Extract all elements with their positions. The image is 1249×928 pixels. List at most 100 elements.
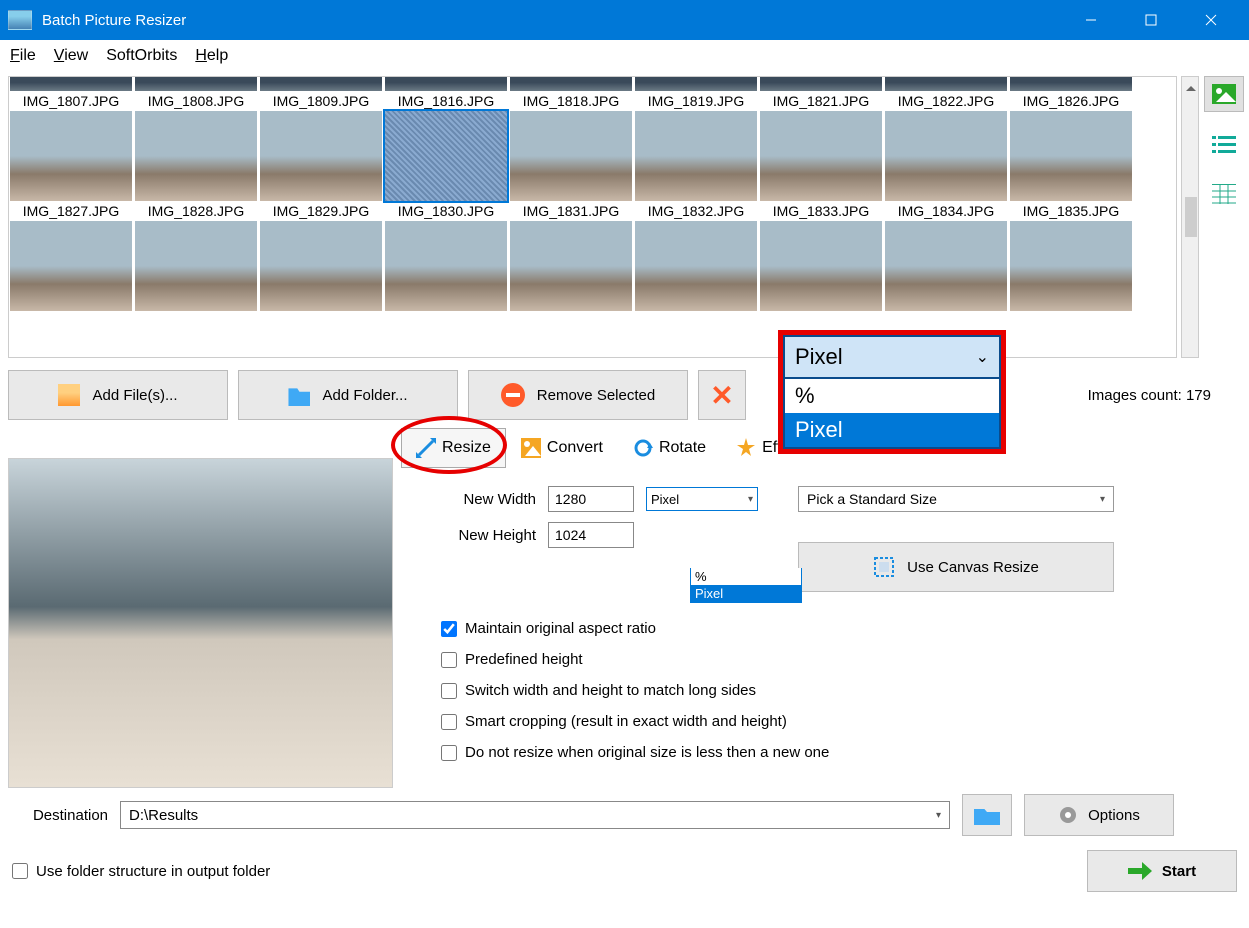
chevron-down-icon: ▾ [748,494,753,505]
thumbnail-item[interactable]: IMG_1822.JPG [884,77,1008,109]
unit-overlay-pixel[interactable]: Pixel [785,413,999,447]
thumbnail-item[interactable]: IMG_1828.JPG [134,111,258,219]
unit-option-pixel[interactable]: Pixel [691,585,801,602]
thumbnail-item[interactable]: IMG_1826.JPG [1009,77,1133,109]
thumbnail-item[interactable] [634,221,758,313]
tab-rotate[interactable]: Rotate [618,428,721,468]
thumbnail-image [510,77,632,91]
thumbnail-image [385,77,507,91]
maximize-button[interactable] [1121,0,1181,40]
view-details-button[interactable] [1204,176,1244,212]
thumbnail-item[interactable]: IMG_1831.JPG [509,111,633,219]
resize-icon [416,438,436,458]
add-files-label: Add File(s)... [92,387,177,404]
thumbnail-image [385,111,507,201]
unit-overlay-combo[interactable]: Pixel ⌄ [783,335,1001,379]
thumbnail-scrollbar[interactable] [1181,76,1199,358]
thumbnail-item[interactable]: IMG_1834.JPG [884,111,1008,219]
smart-crop-checkbox[interactable] [441,714,457,730]
thumbnail-image [135,111,257,201]
new-height-input[interactable] [548,522,634,548]
tab-rotate-label: Rotate [659,439,706,457]
thumbnail-image [135,221,257,311]
unit-overlay: Pixel ⌄ % Pixel [778,330,1006,454]
thumbnail-label: IMG_1819.JPG [648,93,745,109]
thumbnail-item[interactable]: IMG_1816.JPG [384,77,508,109]
app-title: Batch Picture Resizer [42,12,186,29]
menu-view[interactable]: View [54,47,88,65]
options-button[interactable]: Options [1024,794,1174,836]
no-resize-smaller-checkbox[interactable] [441,745,457,761]
thumbnail-item[interactable]: IMG_1833.JPG [759,111,883,219]
thumbnail-item[interactable]: IMG_1830.JPG [384,111,508,219]
unit-option-percent[interactable]: % [691,568,801,585]
start-button[interactable]: Start [1087,850,1237,892]
view-thumbnails-button[interactable] [1204,76,1244,112]
standard-size-combo[interactable]: Pick a Standard Size ▾ [798,486,1114,512]
new-width-input[interactable] [548,486,634,512]
thumbnail-label: IMG_1809.JPG [273,93,370,109]
add-folder-button[interactable]: Add Folder... [238,370,458,420]
predefined-height-checkbox[interactable] [441,652,457,668]
thumbnail-item[interactable]: IMG_1808.JPG [134,77,258,109]
folder-structure-checkbox[interactable] [12,863,28,879]
thumbnail-item[interactable]: IMG_1818.JPG [509,77,633,109]
menu-file[interactable]: File [10,47,36,65]
thumbnail-image [10,77,132,91]
thumbnail-label: IMG_1818.JPG [523,93,620,109]
destination-combo[interactable]: D:\Results ▾ [120,801,950,829]
tab-convert-label: Convert [547,439,603,457]
thumbnail-item[interactable] [259,221,383,313]
add-files-button[interactable]: Add File(s)... [8,370,228,420]
thumbnail-item[interactable]: IMG_1821.JPG [759,77,883,109]
thumbnail-label: IMG_1827.JPG [23,203,120,219]
maintain-ratio-checkbox[interactable] [441,621,457,637]
width-unit-combo[interactable]: Pixel ▾ [646,487,758,511]
thumbnail-item[interactable]: IMG_1827.JPG [9,111,133,219]
canvas-icon [873,556,895,578]
remove-selected-button[interactable]: Remove Selected [468,370,688,420]
canvas-resize-button[interactable]: Use Canvas Resize [798,542,1114,592]
tab-resize[interactable]: Resize [401,428,506,468]
unit-dropdown-list[interactable]: % Pixel [690,568,802,603]
menu-softorbits[interactable]: SoftOrbits [106,47,177,65]
folder-icon [288,384,310,406]
switch-wh-checkbox[interactable] [441,683,457,699]
thumbnail-item[interactable] [759,221,883,313]
close-button[interactable] [1181,0,1241,40]
tab-convert[interactable]: Convert [506,428,618,468]
thumbnail-image [260,111,382,201]
thumbnail-label: IMG_1816.JPG [398,93,495,109]
thumbnail-item[interactable]: IMG_1835.JPG [1009,111,1133,219]
thumbnail-item[interactable]: IMG_1829.JPG [259,111,383,219]
gear-icon [1058,805,1078,825]
side-toolbar [1199,72,1249,362]
menu-help[interactable]: Help [195,47,228,65]
browse-folder-button[interactable] [962,794,1012,836]
thumbnail-item[interactable]: IMG_1809.JPG [259,77,383,109]
thumbnail-item[interactable]: IMG_1807.JPG [9,77,133,109]
resize-form: New Width Pixel ▾ New Height % Pixel [401,468,1241,785]
thumbnail-item[interactable]: IMG_1819.JPG [634,77,758,109]
action-toolbar: Add File(s)... Add Folder... Remove Sele… [0,362,1249,428]
thumbnail-grid[interactable]: IMG_1807.JPGIMG_1808.JPG IMG_1809.JPG IMG_… [8,76,1177,358]
thumbnail-item[interactable] [384,221,508,313]
unit-overlay-percent[interactable]: % [785,379,999,413]
view-list-button[interactable] [1204,126,1244,162]
rotate-icon [633,438,653,458]
thumbnail-image [1010,111,1132,201]
minimize-button[interactable] [1061,0,1121,40]
thumbnail-item[interactable] [1009,221,1133,313]
thumbnail-item[interactable] [134,221,258,313]
remove-all-button[interactable]: ✕ [698,370,746,420]
no-resize-smaller-label: Do not resize when original size is less… [465,744,829,761]
thumbnail-item[interactable]: IMG_1832.JPG [634,111,758,219]
unit-overlay-list[interactable]: % Pixel [783,379,1001,449]
thumbnail-item[interactable] [9,221,133,313]
thumbnail-label: IMG_1831.JPG [523,203,620,219]
thumbnail-item[interactable] [884,221,1008,313]
thumbnail-item[interactable] [509,221,633,313]
thumbnail-image [885,111,1007,201]
thumbnail-label: IMG_1822.JPG [898,93,995,109]
thumbnail-image [260,77,382,91]
